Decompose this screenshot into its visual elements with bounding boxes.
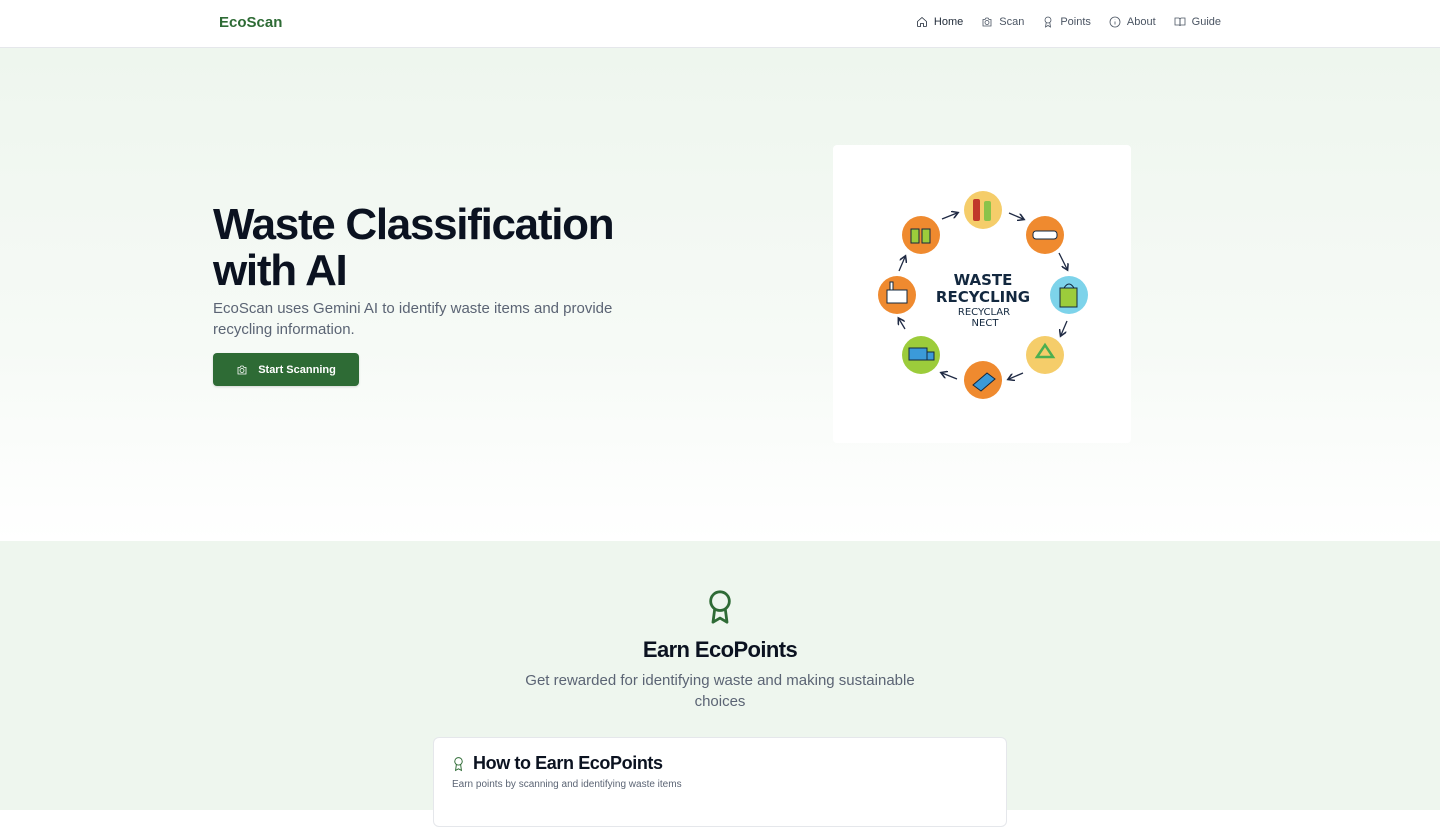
illus-title-line3: RECYCLAR bbox=[958, 307, 1010, 318]
start-scanning-label: Start Scanning bbox=[258, 363, 336, 376]
recycling-illustration: WASTE RECYCLING RECYCLAR NECT bbox=[833, 145, 1131, 443]
camera-icon bbox=[982, 17, 992, 27]
nav-home-label: Home bbox=[933, 16, 964, 28]
recycling-cycle-graphic: WASTE RECYCLING RECYCLAR NECT bbox=[878, 191, 1088, 399]
award-icon bbox=[454, 756, 463, 771]
recycling-bins-icon bbox=[902, 216, 940, 254]
illus-title-line1: WASTE bbox=[954, 271, 1013, 289]
main-nav: Home Scan Points About Guide bbox=[916, 16, 1221, 28]
hero-subtitle: EcoScan uses Gemini AI to identify waste… bbox=[213, 300, 613, 338]
camera-icon bbox=[237, 365, 247, 374]
how-to-earn-card: How to Earn EcoPoints Earn points by sca… bbox=[433, 737, 1007, 827]
nav-about[interactable]: About bbox=[1109, 16, 1156, 28]
home-icon bbox=[916, 16, 927, 27]
info-icon bbox=[1109, 16, 1121, 28]
start-scanning-button[interactable]: Start Scanning bbox=[213, 353, 359, 386]
illus-title-line2: RECYCLING bbox=[936, 288, 1030, 306]
book-icon bbox=[1174, 17, 1186, 27]
nav-scan[interactable]: Scan bbox=[981, 16, 1024, 28]
card-header: How to Earn EcoPoints bbox=[452, 753, 663, 774]
shopping-bag-icon bbox=[1050, 276, 1088, 314]
award-icon bbox=[1044, 16, 1052, 28]
brand-logo[interactable]: EcoScan bbox=[219, 14, 282, 31]
nav-guide-label: Guide bbox=[1191, 16, 1221, 28]
recycle-icon bbox=[1026, 336, 1064, 374]
nav-home[interactable]: Home bbox=[916, 16, 963, 28]
nav-points-label: Points bbox=[1060, 16, 1091, 28]
truck-icon bbox=[902, 336, 940, 374]
crushed-bottles-icon bbox=[964, 361, 1002, 399]
nav-about-label: About bbox=[1126, 16, 1156, 28]
ecopoints-subtitle: Get rewarded for identifying waste and m… bbox=[525, 672, 915, 710]
nav-guide[interactable]: Guide bbox=[1174, 16, 1221, 28]
nav-scan-label: Scan bbox=[999, 16, 1025, 28]
ecopoints-section: Earn EcoPoints Get rewarded for identify… bbox=[0, 541, 1440, 827]
nav-points[interactable]: Points bbox=[1042, 16, 1091, 28]
illus-title-line4: NECT bbox=[972, 318, 1000, 329]
bottles-icon bbox=[964, 191, 1002, 229]
ecopoints-title: Earn EcoPoints bbox=[642, 637, 798, 662]
conveyor-icon bbox=[1026, 216, 1064, 254]
award-icon bbox=[709, 590, 731, 624]
factory-icon bbox=[878, 276, 916, 314]
card-title: How to Earn EcoPoints bbox=[473, 753, 663, 773]
top-navbar: EcoScan Home Scan Points About Guide bbox=[0, 0, 1440, 48]
hero-section: Waste Classification with AI EcoScan use… bbox=[0, 48, 1440, 541]
hero-title: Waste Classification with AI bbox=[213, 200, 615, 295]
card-subtitle: Earn points by scanning and identifying … bbox=[452, 779, 682, 790]
